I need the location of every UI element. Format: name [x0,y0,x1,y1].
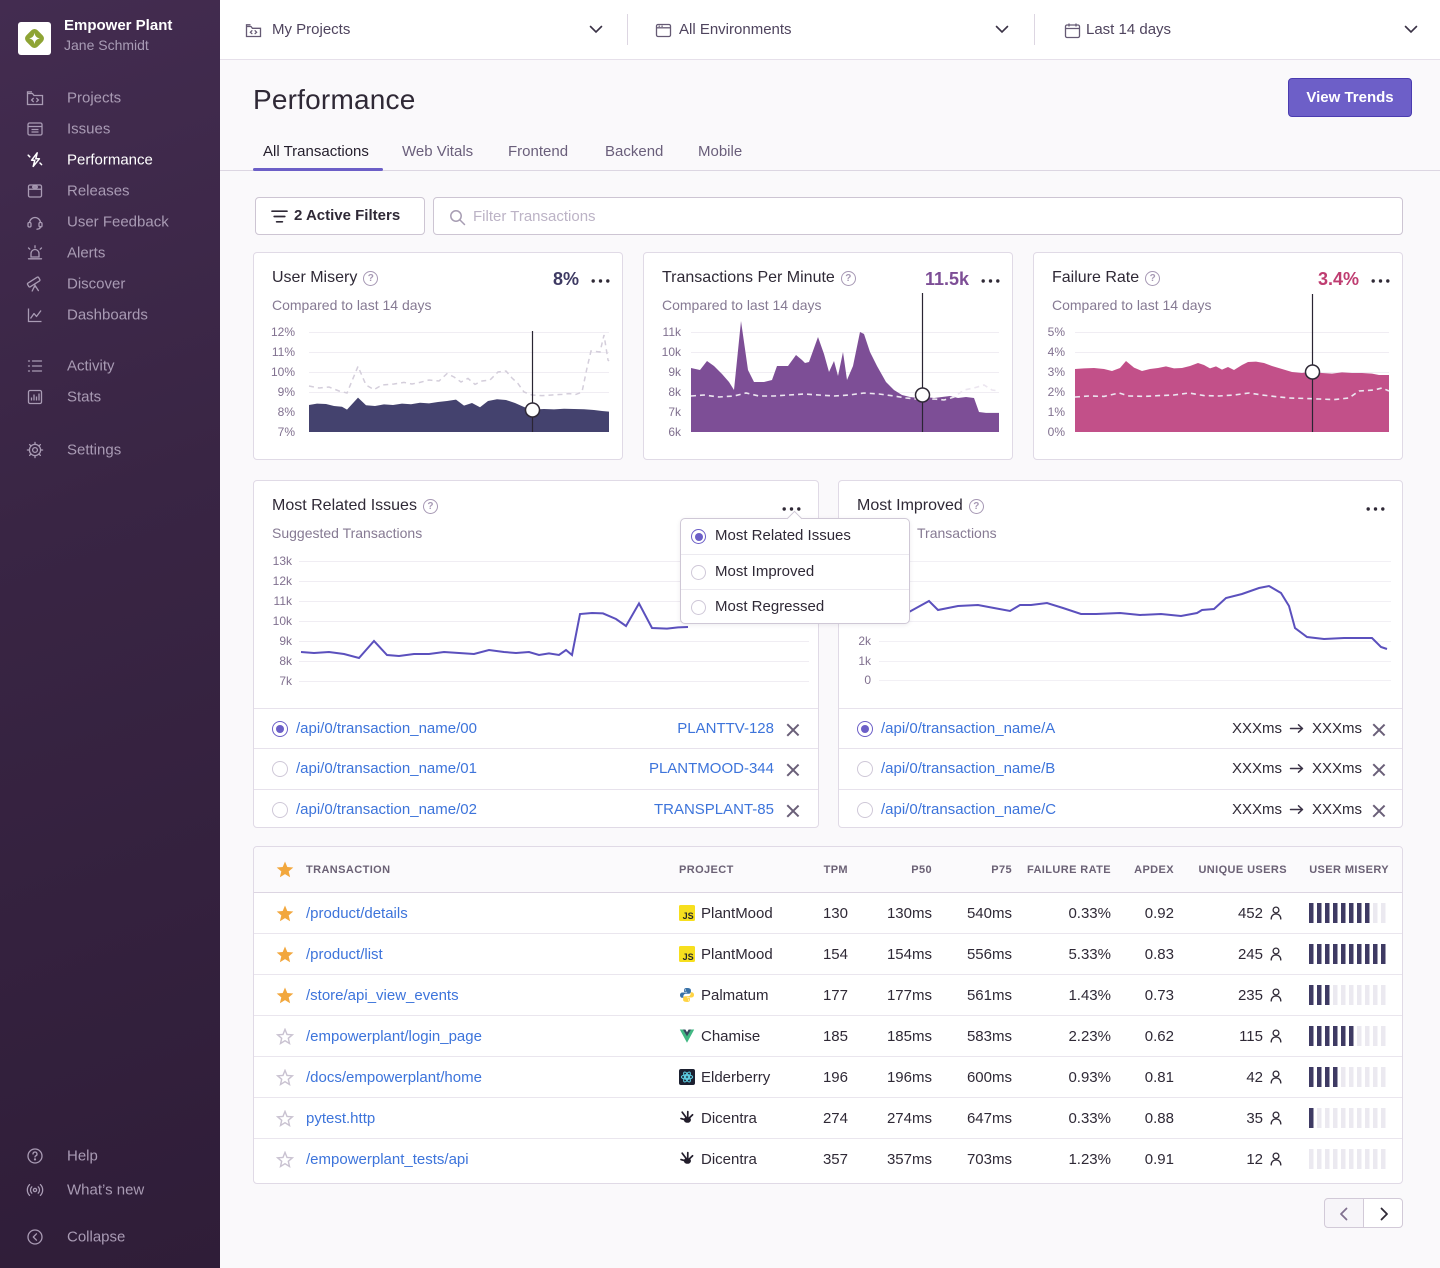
svg-text:8k: 8k [279,654,293,668]
svg-text:1%: 1% [1048,405,1066,419]
svg-text:7%: 7% [278,425,296,439]
svg-text:5%: 5% [1048,325,1066,339]
svg-text:4%: 4% [1048,345,1066,359]
svg-text:12k: 12k [273,574,293,588]
svg-text:10%: 10% [271,365,295,379]
svg-text:8%: 8% [278,405,296,419]
svg-text:9%: 9% [278,385,296,399]
svg-text:JS: JS [683,952,694,962]
svg-text:10k: 10k [273,614,293,628]
svg-text:1k: 1k [858,654,872,668]
svg-text:0%: 0% [1048,425,1066,439]
svg-text:2k: 2k [858,634,872,648]
svg-text:11k: 11k [274,594,293,608]
svg-text:8k: 8k [668,385,682,399]
svg-text:6k: 6k [668,425,682,439]
svg-text:2%: 2% [1048,385,1066,399]
svg-text:11%: 11% [272,345,295,359]
svg-text:0: 0 [864,673,871,687]
svg-text:9k: 9k [279,634,293,648]
svg-text:10k: 10k [662,345,682,359]
svg-text:12%: 12% [271,325,295,339]
svg-text:11k: 11k [663,325,682,339]
svg-text:3%: 3% [1048,365,1066,379]
svg-text:7k: 7k [279,674,293,688]
svg-text:JS: JS [683,911,694,921]
svg-text:13k: 13k [273,554,293,568]
svg-text:9k: 9k [668,365,682,379]
svg-text:7k: 7k [668,405,682,419]
